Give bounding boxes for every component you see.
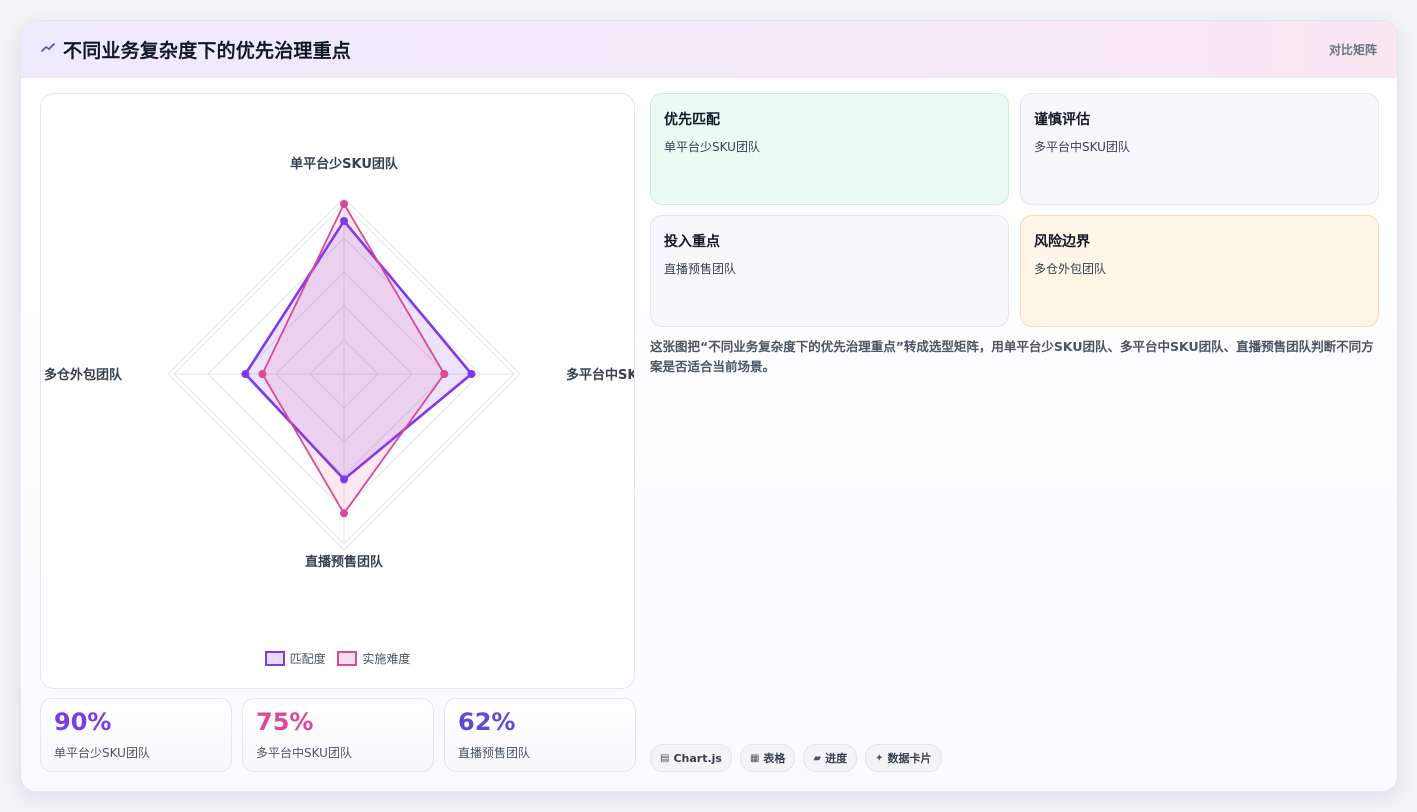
chip-label: 数据卡片: [887, 752, 932, 765]
chip-label: 进度: [825, 752, 848, 765]
trend-line-icon: [41, 43, 55, 52]
radar-axis-label: 直播预售团队: [305, 554, 384, 570]
legend-swatch: [264, 651, 285, 666]
stat-card: 90% 单平台少SKU团队: [40, 698, 232, 772]
quadrant-title: 风险边界: [1034, 234, 1090, 250]
stat-card: 62% 直播预售团队: [444, 698, 636, 772]
quadrant-subtitle: 多仓外包团队: [1034, 262, 1107, 276]
radar-point: [340, 475, 348, 484]
radar-point: [340, 509, 348, 518]
stat-label: 单平台少SKU团队: [54, 746, 150, 760]
radar-point: [467, 370, 476, 378]
stat-value: 75%: [256, 708, 314, 736]
legend-item-series-0[interactable]: 匹配度: [264, 650, 326, 667]
quadrant-title: 谨慎评估: [1034, 112, 1090, 128]
card-icon: ✦: [875, 752, 884, 764]
table-icon: ▦: [749, 752, 760, 764]
tech-chips: ▤ Chart.js ▦ 表格 ▰ 进度 ✦ 数据卡片: [650, 744, 942, 772]
quadrant-priority-match[interactable]: 优先匹配 单平台少SKU团队: [650, 93, 1009, 205]
radar-point: [340, 200, 348, 208]
radar-axis-label: 多仓外包团队: [44, 367, 123, 383]
card-header: 不同业务复杂度下的优先治理重点 对比矩阵: [21, 21, 1397, 78]
quadrant-subtitle: 直播预售团队: [664, 262, 737, 276]
chip-label: 表格: [763, 752, 786, 765]
stat-label: 多平台中SKU团队: [256, 746, 352, 760]
chip-label: Chart.js: [673, 751, 722, 765]
radar-point: [258, 370, 267, 378]
radar-axis-label: 单平台少SKU团队: [290, 156, 399, 172]
radar-point: [340, 217, 348, 225]
radar-point: [440, 370, 449, 378]
quadrant-title: 投入重点: [664, 234, 720, 250]
quadrant-risk-boundary[interactable]: 风险边界 多仓外包团队: [1020, 215, 1379, 327]
header-tag: 对比矩阵: [1328, 43, 1377, 57]
chip-progress[interactable]: ▰ 进度: [803, 744, 858, 772]
comparison-card: 不同业务复杂度下的优先治理重点 对比矩阵 单平台少SKU团队多平台中SKU团队直…: [20, 20, 1398, 792]
chart-legend: 匹配度 实施难度: [41, 650, 634, 669]
legend-swatch: [337, 651, 358, 666]
stat-label: 直播预售团队: [458, 746, 531, 760]
quadrant-title: 优先匹配: [664, 112, 720, 128]
chip-table[interactable]: ▦ 表格: [739, 744, 796, 772]
chip-data-card[interactable]: ✦ 数据卡片: [865, 744, 942, 772]
chip-chart[interactable]: ▤ Chart.js: [650, 744, 732, 772]
quadrant-careful-evaluation[interactable]: 谨慎评估 多平台中SKU团队: [1020, 93, 1379, 205]
radar-series-1-area: [261, 203, 446, 515]
progress-icon: ▰: [813, 752, 822, 764]
quadrant-subtitle: 单平台少SKU团队: [664, 140, 760, 154]
legend-item-series-1[interactable]: 实施难度: [337, 650, 410, 667]
radar-chart: 单平台少SKU团队多平台中SKU团队直播预售团队 多仓外包团队: [44, 156, 634, 570]
quadrant-subtitle: 多平台中SKU团队: [1034, 140, 1130, 154]
radar-axis-label: 多平台中SKU团队: [566, 367, 634, 383]
legend-label: 实施难度: [362, 652, 411, 666]
chart-icon: ▤: [660, 752, 670, 764]
card-title: 不同业务复杂度下的优先治理重点: [63, 40, 352, 62]
radar-chart-panel: 单平台少SKU团队多平台中SKU团队直播预售团队 多仓外包团队 匹配度 实施难度: [40, 93, 635, 689]
stat-card: 75% 多平台中SKU团队: [242, 698, 434, 772]
radar-point: [241, 370, 250, 378]
quadrant-investment-focus[interactable]: 投入重点 直播预售团队: [650, 215, 1009, 327]
stat-value: 90%: [54, 708, 112, 736]
stat-value: 62%: [458, 708, 516, 736]
matrix-description: 这张图把“不同业务复杂度下的优先治理重点”转成选型矩阵，用单平台少SKU团队、多…: [650, 339, 1374, 374]
legend-label: 匹配度: [289, 652, 326, 666]
